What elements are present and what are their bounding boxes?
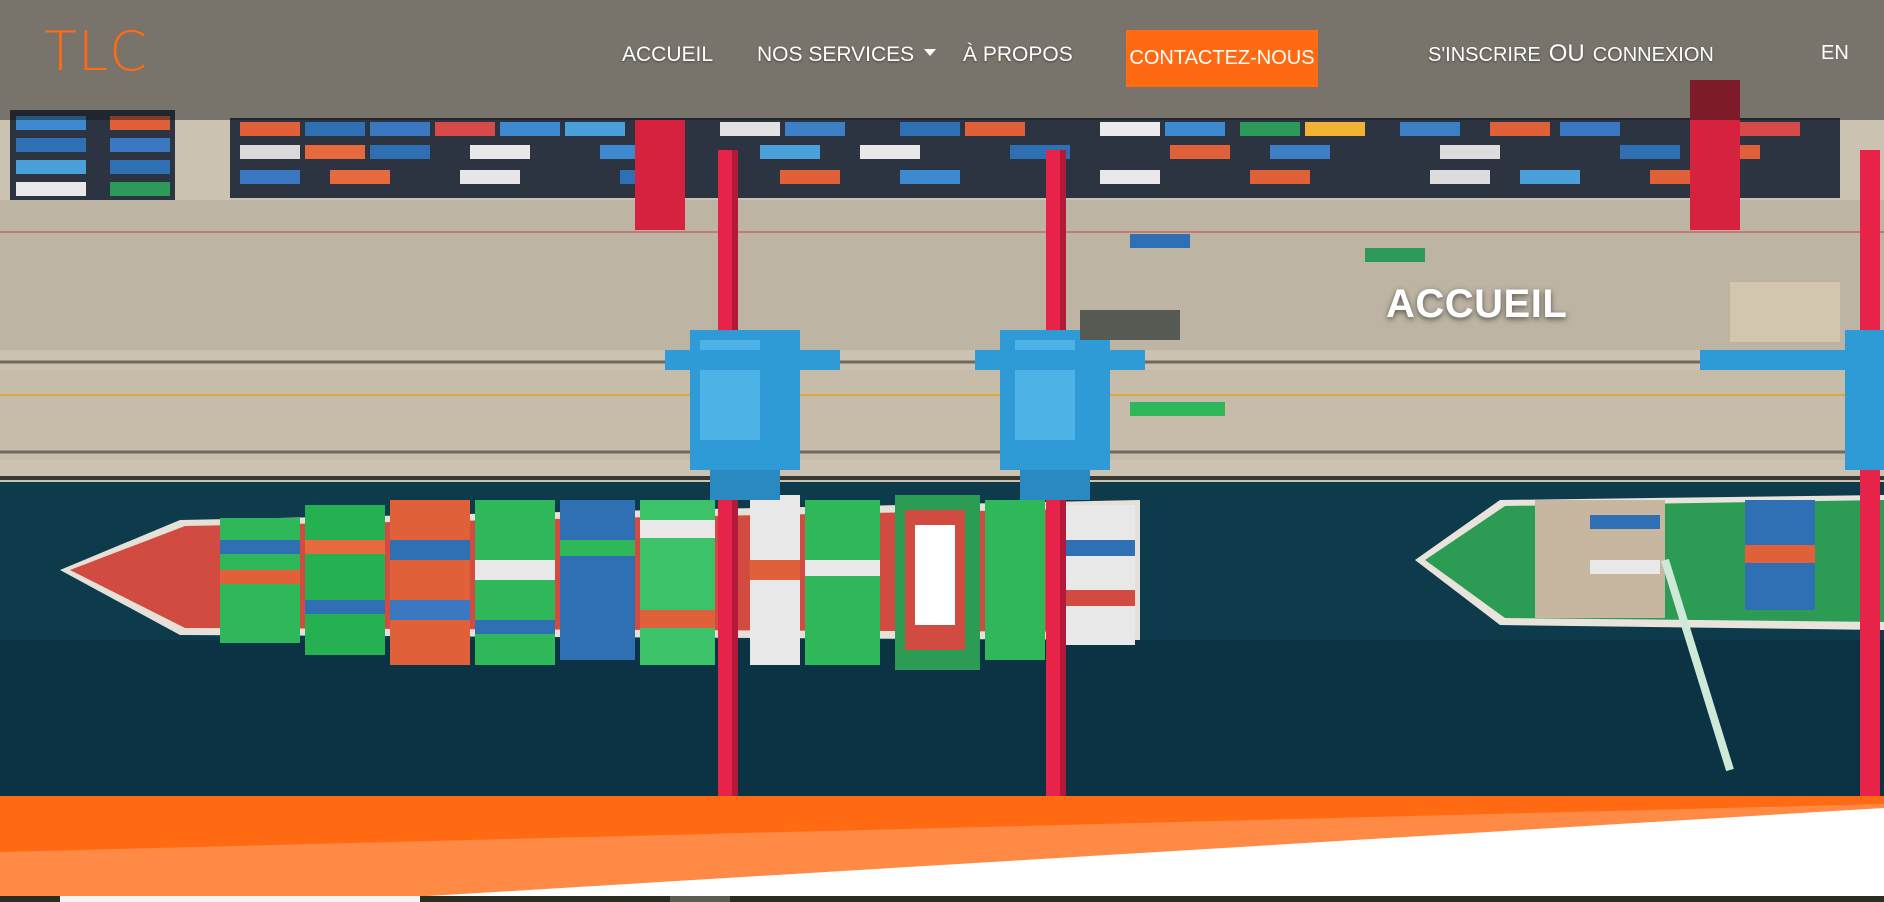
language-switcher[interactable]: EN xyxy=(1821,42,1849,65)
top-header: TLC ACCUEIL NOS SERVICES À PROPOS CONTAC… xyxy=(0,0,1884,120)
chevron-down-icon xyxy=(924,48,937,56)
logo[interactable]: TLC xyxy=(44,22,148,82)
contact-button[interactable]: CONTACTEZ-NOUS xyxy=(1126,30,1318,87)
hero-section: TLC ACCUEIL NOS SERVICES À PROPOS CONTAC… xyxy=(0,0,1884,902)
signup-link[interactable]: S'INSCRIRE xyxy=(1428,44,1541,66)
auth-separator: OU xyxy=(1548,40,1585,67)
nav-services-label: NOS SERVICES xyxy=(757,43,915,66)
page-content-edge xyxy=(0,896,1884,902)
auth-links: S'INSCRIRE OU CONNEXION xyxy=(1428,40,1714,69)
login-link[interactable]: CONNEXION xyxy=(1593,44,1714,66)
nav-services-dropdown[interactable]: NOS SERVICES xyxy=(757,42,937,68)
nav-a-propos[interactable]: À PROPOS xyxy=(963,42,1073,68)
hero-title: ACCUEIL xyxy=(1386,282,1568,326)
nav-accueil[interactable]: ACCUEIL xyxy=(622,42,713,68)
hero-background-image xyxy=(0,0,1884,802)
decorative-bottom-bands xyxy=(0,796,1884,902)
